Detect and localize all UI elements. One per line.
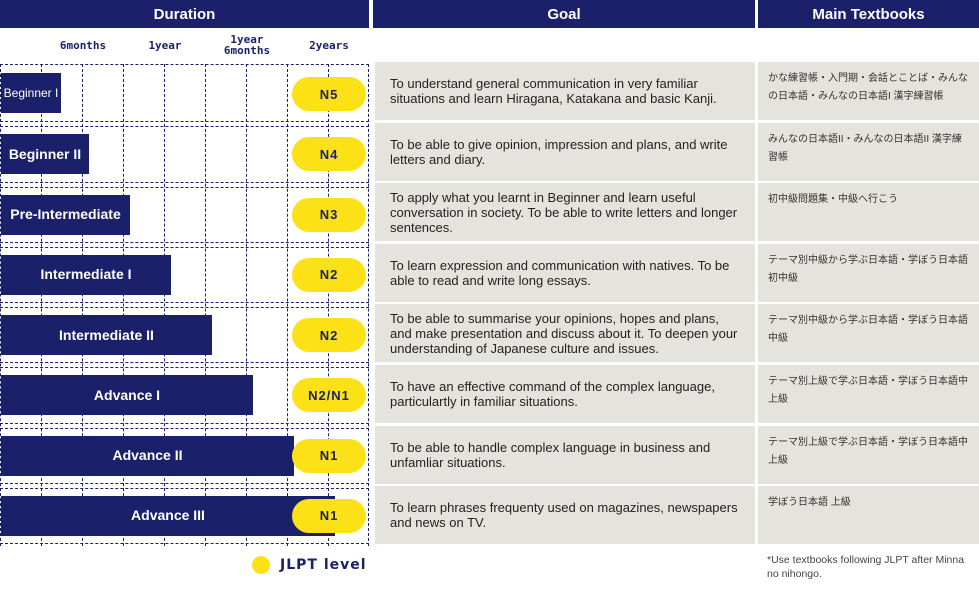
x-tick-label: 1year 6months (223, 33, 271, 57)
grid-line-horizontal (0, 121, 369, 122)
goal-cell: To be able to give opinion, impression a… (375, 123, 755, 181)
grid-line-horizontal (0, 64, 369, 65)
jlpt-level-badge: N2/N1 (292, 378, 366, 413)
textbook-cell: 初中級問題集・中級へ行こう (758, 183, 979, 241)
grid-line-horizontal (0, 428, 369, 429)
textbook-footnote: *Use textbooks following JLPT after Minn… (767, 554, 965, 580)
textbook-cell: テーマ別中級から学ぶ日本語・学ぼう日本語 中級 (758, 304, 979, 362)
x-tick-label: 2years (309, 39, 349, 52)
textbook-cell: テーマ別上級で学ぶ日本語・学ぼう日本語中上級 (758, 365, 979, 423)
textbook-cell: テーマ別中級から学ぶ日本語・学ぼう日本語 初中級 (758, 244, 979, 302)
duration-bar: Pre-Intermediate (1, 194, 130, 235)
goal-cell: To be able to handle complex language in… (375, 426, 755, 484)
x-tick-label: 1year (148, 39, 182, 52)
goal-cell: To be able to summarise your opinions, h… (375, 304, 755, 362)
x-tick-label: 6months (59, 39, 107, 52)
duration-bar: Advance III (1, 495, 335, 536)
jlpt-level-badge: N2 (292, 257, 366, 292)
goal-cell: To understand general communication in v… (375, 62, 755, 120)
grid-line-horizontal (0, 302, 369, 303)
duration-bar: Advance II (1, 435, 294, 476)
grid-line-horizontal (0, 307, 369, 308)
grid-line-horizontal (0, 187, 369, 188)
duration-bar: Beginner II (1, 134, 89, 175)
duration-bar: Advance I (1, 375, 253, 416)
grid-line-vertical (368, 64, 369, 546)
textbooks-header: Main Textbooks (758, 0, 979, 28)
goal-cell: To learn phrases frequenty used on magaz… (375, 486, 755, 544)
grid-line-horizontal (0, 126, 369, 127)
duration-bar: Intermediate I (1, 254, 171, 295)
goal-cell: To learn expression and communication wi… (375, 244, 755, 302)
grid-line-horizontal (0, 543, 369, 544)
jlpt-level-badge: N1 (292, 498, 366, 533)
grid-line-horizontal (0, 367, 369, 368)
grid-line-horizontal (0, 247, 369, 248)
jlpt-level-badge: N1 (292, 438, 366, 473)
textbook-cell: みんなの日本語II・みんなの日本語II 漢字練習帳 (758, 123, 979, 181)
jlpt-level-badge: N3 (292, 197, 366, 232)
goal-cell: To have an effective command of the comp… (375, 365, 755, 423)
grid-line-horizontal (0, 242, 369, 243)
jlpt-level-badge: N2 (292, 318, 366, 352)
goal-cell: To apply what you learnt in Beginner and… (375, 183, 755, 241)
textbook-cell: 学ぼう日本語 上級 (758, 486, 979, 544)
goal-header: Goal (373, 0, 755, 28)
grid-line-horizontal (0, 483, 369, 484)
grid-line-horizontal (0, 488, 369, 489)
textbook-cell: テーマ別上級で学ぶ日本語・学ぼう日本語中上級 (758, 426, 979, 484)
duration-bar: Beginner I (1, 73, 61, 113)
jlpt-level-badge: N5 (292, 77, 366, 111)
grid-line-horizontal (0, 423, 369, 424)
jlpt-level-badge: N4 (292, 137, 366, 172)
textbook-cell: かな練習帳・入門期・会話とことば・みんなの日本語・みんなの日本語I 漢字練習帳 (758, 62, 979, 120)
duration-bar: Intermediate II (1, 315, 212, 355)
duration-header: Duration (0, 0, 369, 28)
legend-jlpt-label: JLPT level (280, 557, 367, 573)
legend-jlpt-dot-icon (252, 556, 270, 574)
grid-line-horizontal (0, 362, 369, 363)
grid-line-horizontal (0, 182, 369, 183)
